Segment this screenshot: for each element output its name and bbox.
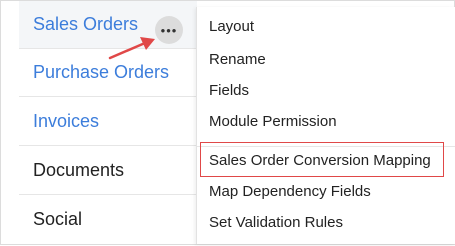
- menu-item-label: Map Dependency Fields: [209, 182, 371, 200]
- menu-item-label: Fields: [209, 81, 250, 99]
- module-sidebar: Sales Orders Purchase Orders Invoices Do…: [1, 1, 197, 244]
- menu-item-label: Set Validation Rules: [209, 213, 343, 231]
- menu-item-label: Sales Order Conversion Mapping: [209, 151, 431, 169]
- menu-item-fields[interactable]: Fields: [209, 78, 249, 102]
- menu-item-label: Module Permission: [209, 112, 337, 130]
- menu-item-layout[interactable]: Layout: [209, 14, 254, 38]
- sidebar-item-purchase-orders[interactable]: Purchase Orders: [19, 49, 197, 97]
- sidebar-item-documents[interactable]: Documents: [19, 147, 197, 195]
- sidebar-item-label: Sales Orders: [33, 14, 139, 34]
- menu-item-rename[interactable]: Rename: [209, 47, 266, 71]
- menu-item-set-validation-rules[interactable]: Set Validation Rules: [209, 210, 343, 234]
- sidebar-item-invoices[interactable]: Invoices: [19, 98, 197, 146]
- menu-item-label: Rename: [209, 50, 266, 68]
- sidebar-item-label: Purchase Orders: [33, 62, 170, 82]
- module-options-menu: Layout Rename Fields Module Permission S…: [196, 7, 455, 244]
- sidebar-item-label: Social: [33, 208, 83, 229]
- sidebar-item-label: Documents: [33, 160, 125, 180]
- more-options-button[interactable]: •••: [155, 16, 183, 44]
- menu-item-label: Layout: [209, 17, 255, 35]
- sidebar-item-social[interactable]: Social: [19, 195, 197, 243]
- module-settings-panel: Sales Orders Purchase Orders Invoices Do…: [0, 0, 455, 245]
- more-horizontal-icon: •••: [160, 22, 178, 38]
- menu-divider: [197, 146, 455, 147]
- sidebar-item-label: Invoices: [33, 111, 100, 131]
- menu-item-sales-order-conversion-mapping[interactable]: Sales Order Conversion Mapping: [209, 148, 431, 172]
- menu-item-module-permission[interactable]: Module Permission: [209, 109, 337, 133]
- menu-item-map-dependency-fields[interactable]: Map Dependency Fields: [209, 179, 371, 203]
